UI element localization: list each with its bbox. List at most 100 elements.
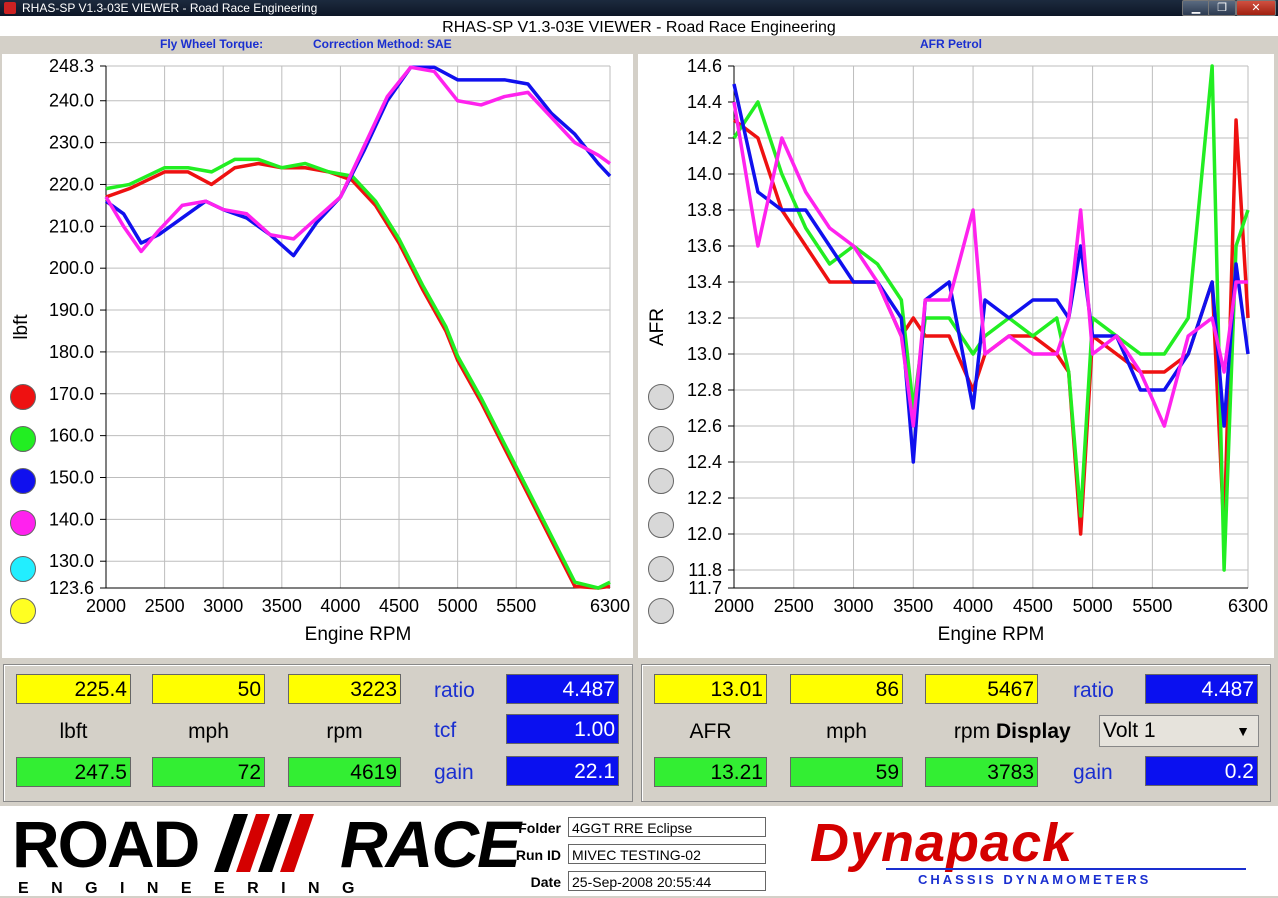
afr-ytick-label: 14.6: [687, 56, 722, 76]
afr-ytick-label: 14.0: [687, 164, 722, 184]
display-select[interactable]: Volt 1 ▼: [1099, 715, 1259, 747]
run-id-label: Run ID: [515, 847, 561, 863]
afr-gain-label: gain: [1073, 761, 1113, 784]
torque-xtick-label: 3500: [262, 596, 302, 616]
torque-chart: 248.3 240.0 230.0 220.0 210.0 200.0 190.0 180.0…: [2, 54, 633, 658]
afr-ytick-label: 12.6: [687, 416, 722, 436]
close-button[interactable]: ✕: [1236, 0, 1276, 16]
rpm-current-value: 3223: [288, 674, 401, 704]
gain-value[interactable]: 22.1: [506, 756, 619, 786]
torque-ytick-label: 240.0: [49, 91, 94, 111]
torque-ytick-label: 123.6: [49, 578, 94, 598]
afr-xtick-label: 6300: [1228, 596, 1268, 616]
torque-current-value: 225.4: [16, 674, 131, 704]
afr-series-6-toggle[interactable]: [648, 598, 674, 624]
minimize-button[interactable]: ▁: [1182, 0, 1210, 16]
torque-header: Fly Wheel Torque:: [160, 37, 264, 51]
torque-series-red: [105, 161, 611, 590]
gain-label: gain: [434, 761, 474, 784]
torque-ytick-label: 160.0: [49, 426, 94, 446]
speed-peak-value: 72: [152, 757, 265, 787]
torque-xtick-label: 4500: [379, 596, 419, 616]
torque-ytick-label: 220.0: [49, 174, 94, 194]
afr-series-1-toggle[interactable]: [648, 384, 674, 410]
afr-rpm-unit-label: rpm: [953, 720, 991, 743]
logo-engineering-text: E N G I N E E R I N G: [18, 880, 364, 897]
app-icon: [4, 2, 16, 14]
afr-unit-label: AFR: [689, 720, 732, 743]
folder-field: 4GGT RRE Eclipse: [568, 817, 766, 837]
afr-ytick-label: 13.0: [687, 344, 722, 364]
window-title: RHAS-SP V1.3-03E VIEWER - Road Race Engi…: [22, 1, 318, 15]
afr-series-3-toggle[interactable]: [648, 468, 674, 494]
afr-speed-current-value: 86: [790, 674, 903, 704]
logo-stripes: [214, 814, 314, 872]
afr-ytick-label: 11.7: [688, 578, 722, 598]
afr-peak-value: 13.21: [654, 757, 767, 787]
afr-gain-value[interactable]: 0.2: [1145, 756, 1258, 786]
window-titlebar: RHAS-SP V1.3-03E VIEWER - Road Race Engi…: [0, 0, 1278, 16]
torque-ytick-label: 230.0: [49, 133, 94, 153]
afr-ytick-label: 11.8: [688, 560, 722, 580]
series-blue-toggle[interactable]: [10, 468, 36, 494]
display-label: Display: [996, 720, 1071, 743]
afr-xtick-label: 2500: [774, 596, 814, 616]
afr-rpm-current-value: 5467: [925, 674, 1038, 704]
torque-readout-panel: 225.4 50 3223 lbft mph rpm 247.5 72 4619…: [3, 664, 633, 802]
afr-xtick-label: 5000: [1073, 596, 1113, 616]
series-green-toggle[interactable]: [10, 426, 36, 452]
maximize-button[interactable]: ❐: [1208, 0, 1236, 16]
footer: ROAD RACE E N G I N E E R I N G Folder 4…: [0, 806, 1278, 897]
tcf-value[interactable]: 1.00: [506, 714, 619, 744]
afr-ytick-label: 12.2: [687, 488, 722, 508]
torque-series-green: [105, 157, 611, 590]
torque-ytick-label: 170.0: [49, 384, 94, 404]
date-field: 25-Sep-2008 20:55:44: [568, 871, 766, 891]
afr-ratio-value[interactable]: 4.487: [1145, 674, 1258, 704]
torque-unit-label: lbft: [59, 720, 88, 743]
torque-peak-value: 247.5: [16, 757, 131, 787]
road-race-logo: ROAD RACE E N G I N E E R I N G: [10, 806, 521, 897]
torque-ytick-label: 140.0: [49, 509, 94, 529]
afr-series-2-toggle[interactable]: [648, 426, 674, 452]
afr-series-red: [732, 118, 1250, 536]
chevron-down-icon: ▼: [1236, 723, 1250, 739]
afr-speed-peak-value: 59: [790, 757, 903, 787]
afr-ytick-label: 13.4: [687, 272, 722, 292]
torque-ytick-label: 180.0: [49, 342, 94, 362]
series-red-toggle[interactable]: [10, 384, 36, 410]
folder-label: Folder: [518, 820, 561, 836]
afr-series-5-toggle[interactable]: [648, 556, 674, 582]
ratio-value[interactable]: 4.487: [506, 674, 619, 704]
afr-ytick-label: 12.8: [687, 380, 722, 400]
torque-ytick-label: 190.0: [49, 300, 94, 320]
afr-rpm-peak-value: 3783: [925, 757, 1038, 787]
afr-ratio-label: ratio: [1073, 679, 1114, 702]
series-cyan-toggle[interactable]: [10, 556, 36, 582]
torque-series-magenta: [104, 65, 612, 254]
afr-xtick-label: 3000: [834, 596, 874, 616]
torque-xtick-label: 5500: [496, 596, 536, 616]
series-magenta-toggle[interactable]: [10, 510, 36, 536]
afr-ytick-label: 12.4: [687, 452, 722, 472]
afr-series-4-toggle[interactable]: [648, 512, 674, 538]
speed-unit-label: mph: [188, 720, 229, 743]
torque-xlabel: Engine RPM: [305, 624, 412, 645]
dynapack-logo: Dynapack CHASSIS DYNAMOMETERS: [806, 813, 1246, 892]
torque-xtick-label: 4000: [320, 596, 360, 616]
afr-ytick-label: 12.0: [687, 524, 722, 544]
torque-xtick-label: 2500: [145, 596, 185, 616]
afr-current-value: 13.01: [654, 674, 767, 704]
series-yellow-toggle[interactable]: [10, 598, 36, 624]
torque-ylabel: lbft: [11, 314, 32, 340]
afr-xtick-label: 3500: [893, 596, 933, 616]
afr-ytick-label: 13.2: [687, 308, 722, 328]
afr-ytick-label: 14.2: [687, 128, 722, 148]
dynapack-logo-text: Dynapack: [810, 813, 1074, 873]
afr-readout-panel: 13.01 86 5467 AFR mph rpm Display 13.21 …: [641, 664, 1271, 802]
logo-road-text: ROAD: [12, 807, 200, 881]
torque-ytick-label: 210.0: [49, 216, 94, 236]
afr-chart-svg: 14.6 14.4 14.2 14.0 13.8 13.6 13.4 13.2 13.0 12.8…: [647, 56, 1268, 645]
date-label: Date: [530, 874, 561, 890]
torque-xtick-label: 3000: [203, 596, 243, 616]
